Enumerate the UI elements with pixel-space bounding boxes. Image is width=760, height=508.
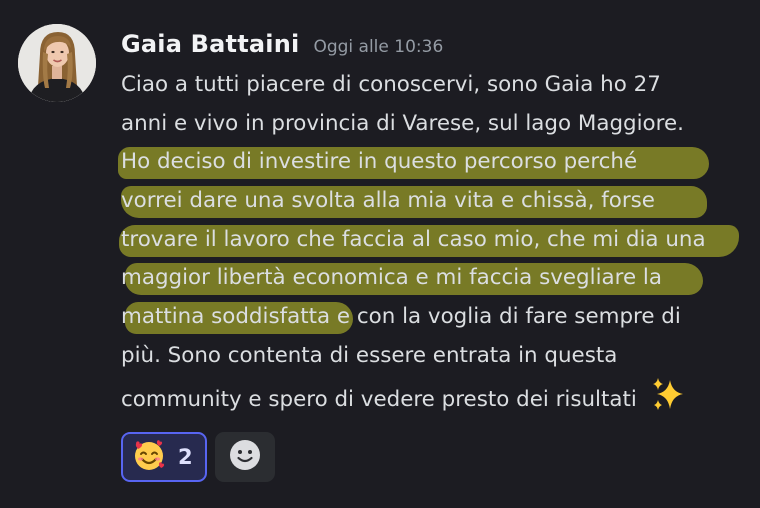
user-avatar[interactable]	[18, 24, 96, 102]
reaction-smiling-face-with-hearts[interactable]: 2	[121, 432, 207, 482]
message-line: più. Sono contenta di essere entrata in …	[121, 342, 618, 368]
message-line: Ciao a tutti piacere di conoscervi, sono…	[121, 72, 661, 97]
message-line-highlighted: vorrei dare una svolta alla mia vita e c…	[121, 182, 760, 221]
message-line: anni e vivo in provincia di Varese, sul …	[121, 110, 684, 136]
add-reaction-smiley-icon	[228, 438, 262, 476]
sparkles-emoji-icon	[650, 376, 686, 426]
author-name[interactable]: Gaia Battaini	[121, 30, 299, 58]
message-body: Ciao a tutti piacere di conoscervi, sono…	[118, 66, 760, 415]
reaction-count: 2	[178, 445, 193, 469]
message-line-highlighted: maggior libertà economica e mi faccia sv…	[121, 259, 760, 298]
reactions-bar: 2	[121, 432, 275, 482]
message-line-highlighted: trovare il lavoro che faccia al caso mio…	[119, 221, 760, 260]
message-header: Gaia Battaini Oggi alle 10:36	[121, 30, 443, 64]
smiling-face-with-hearts-icon	[132, 438, 166, 476]
message-line: community e spero di vedere presto dei r…	[121, 376, 760, 415]
message-line-highlighted: Ho deciso di investire in questo percors…	[118, 143, 760, 182]
chat-message: Gaia Battaini Oggi alle 10:36 Ciao a tut…	[0, 0, 760, 508]
message-line-partially-highlighted: mattina soddisfatta e con la voglia di f…	[121, 298, 760, 337]
message-timestamp: Oggi alle 10:36	[313, 37, 444, 57]
add-reaction-button[interactable]	[215, 432, 275, 482]
